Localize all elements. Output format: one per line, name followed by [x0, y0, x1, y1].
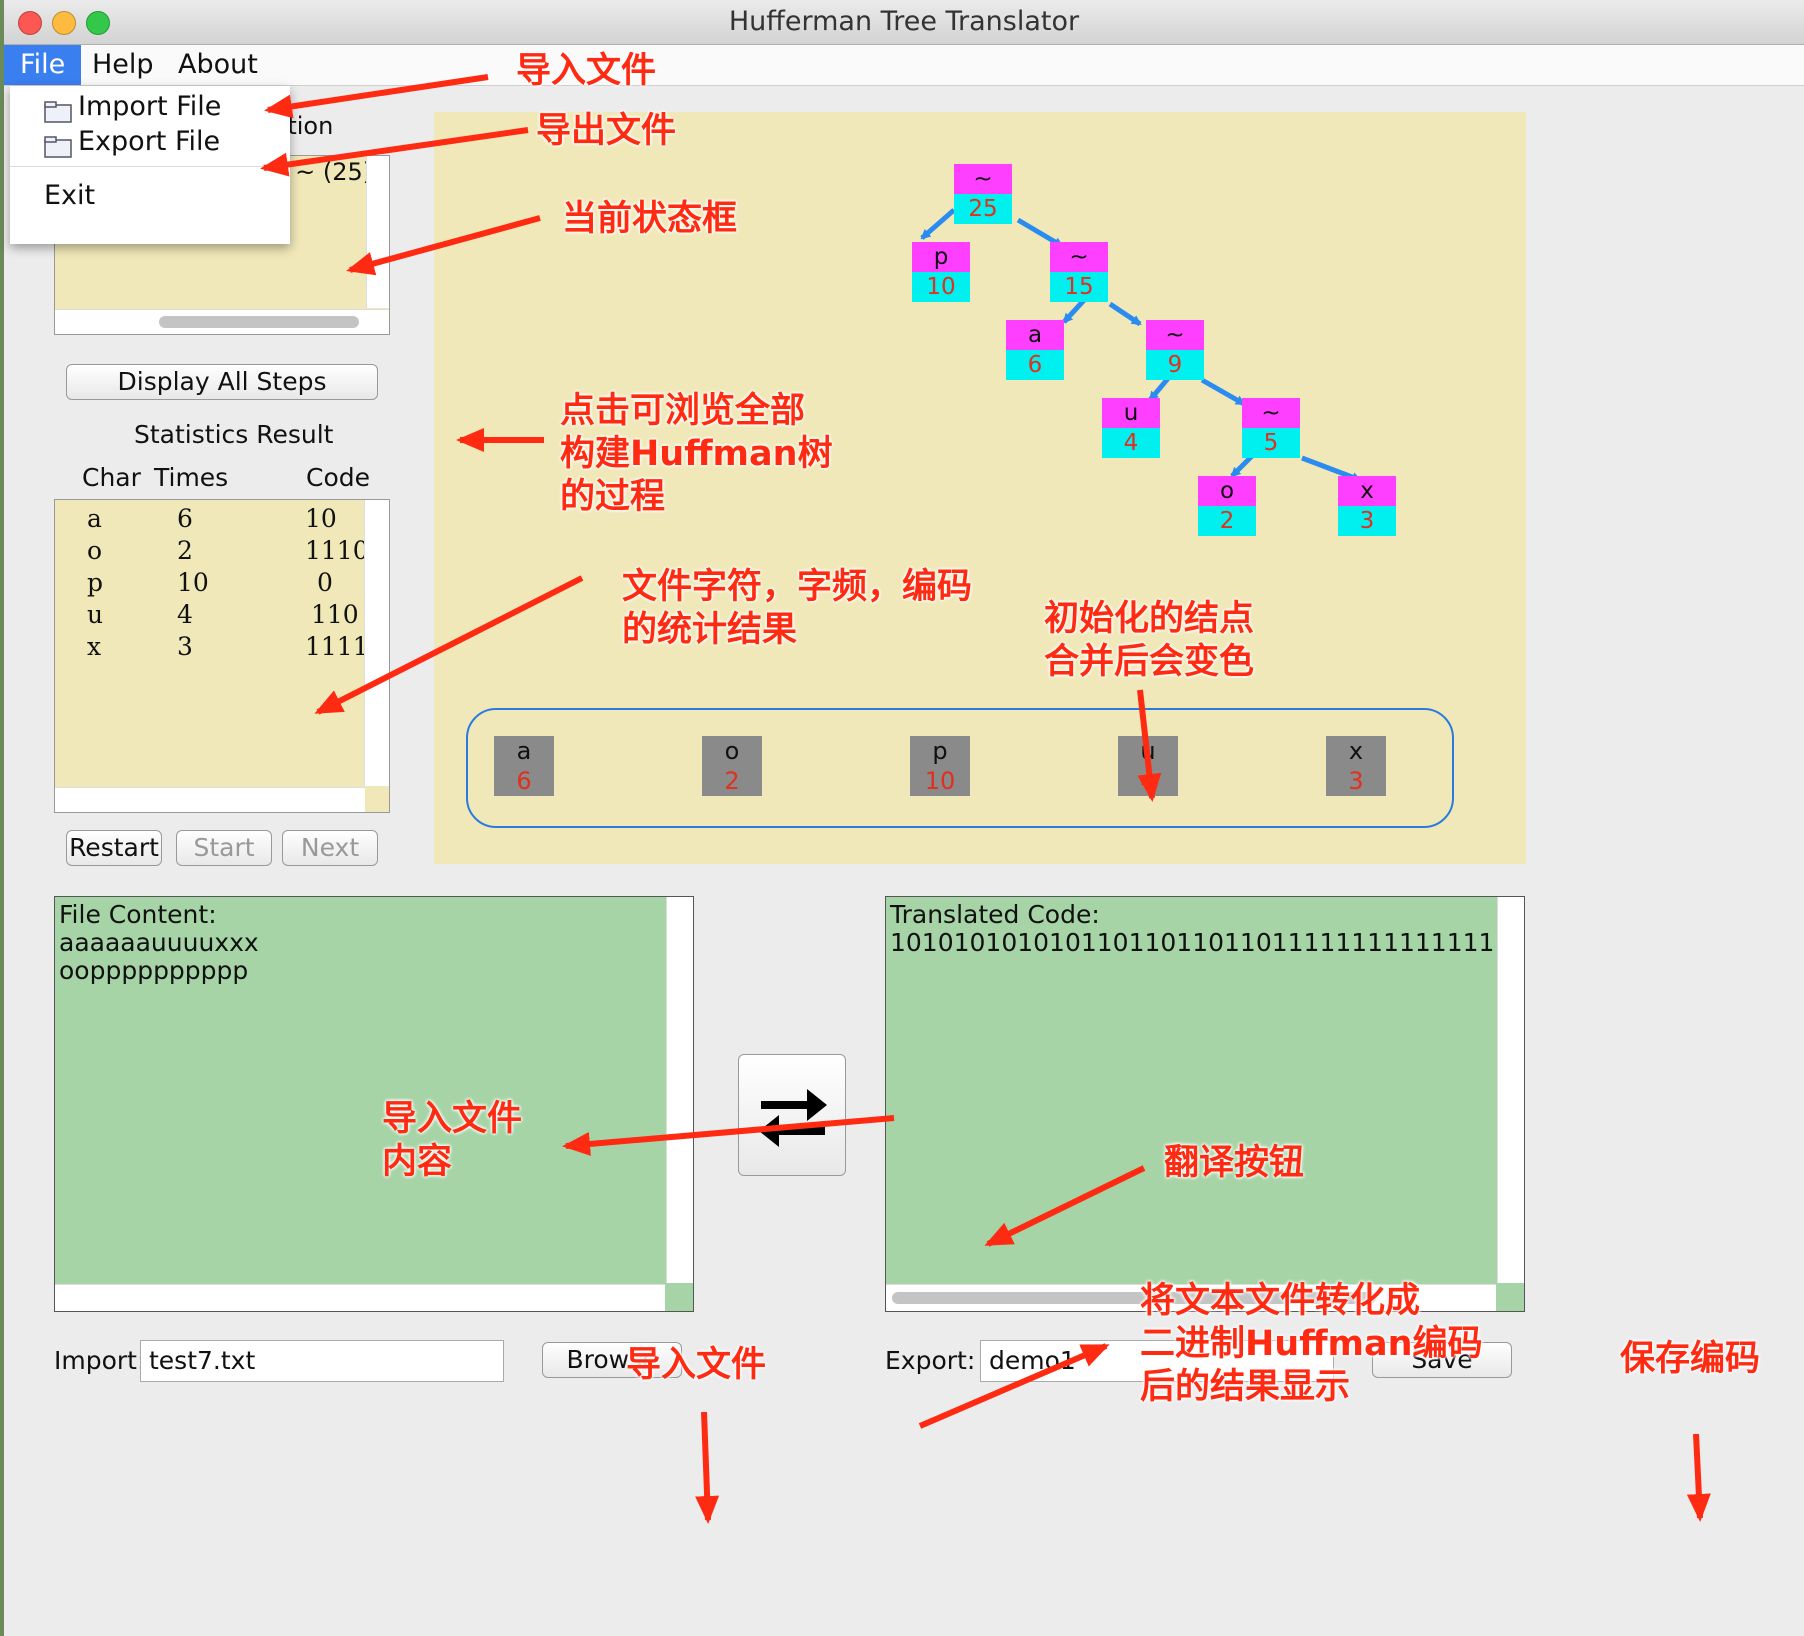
annotation-line: 的统计结果 [622, 610, 798, 650]
annotation-arrow [260, 127, 529, 177]
annotation-init-nodes: 初始化的结点 合并后会变色 [1044, 598, 1254, 684]
annotation-label: 导入文件 [516, 51, 657, 91]
annotation-line: 将文本文件转化成 [1140, 1281, 1421, 1321]
annotation-result: 将文本文件转化成 二进制Huffman编码 后的结果显示 [1140, 1280, 1483, 1409]
annotation-arrow [314, 575, 584, 715]
annotation-arrow [264, 74, 489, 119]
annotation-line: 内容 [382, 1142, 453, 1182]
annotation-label: 导出文件 [536, 111, 677, 151]
annotation-arrow [984, 1165, 1146, 1247]
annotation-line: 后的结果显示 [1140, 1367, 1351, 1407]
annotation-line: 合并后会变色 [1044, 642, 1255, 682]
annotation-line: 二进制Huffman编码 [1140, 1324, 1483, 1364]
annotation-arrow [346, 215, 541, 276]
annotation-line: 构建Huffman树 [560, 434, 833, 474]
annotation-stats: 文件字符，字频，编码 的统计结果 [622, 566, 972, 652]
annotation-line: 点击可浏览全部 [560, 391, 806, 431]
annotation-label: 保存编码 [1620, 1339, 1761, 1379]
annotation-arrow [918, 1343, 1110, 1429]
annotation-file-content: 导入文件 内容 [382, 1098, 522, 1184]
annotation-arrows [260, 74, 1711, 1524]
annotation-line: 导入文件 [382, 1099, 523, 1139]
annotation-label: 当前状态框 [562, 199, 738, 239]
annotation-label: 导入文件 [626, 1345, 767, 1385]
annotation-line: 文件字符，字频，编码 [622, 567, 973, 607]
annotation-arrow [562, 1115, 895, 1156]
annotation-line: 的过程 [560, 477, 666, 517]
annotation-line: 初始化的结点 [1044, 599, 1255, 639]
annotation-label: 翻译按钮 [1164, 1143, 1305, 1183]
annotation-arrow [1686, 1433, 1711, 1522]
annotation-display-steps: 点击可浏览全部 构建Huffman树 的过程 [560, 390, 833, 519]
annotation-arrow [695, 1411, 720, 1524]
annotation-arrow [1137, 689, 1162, 802]
